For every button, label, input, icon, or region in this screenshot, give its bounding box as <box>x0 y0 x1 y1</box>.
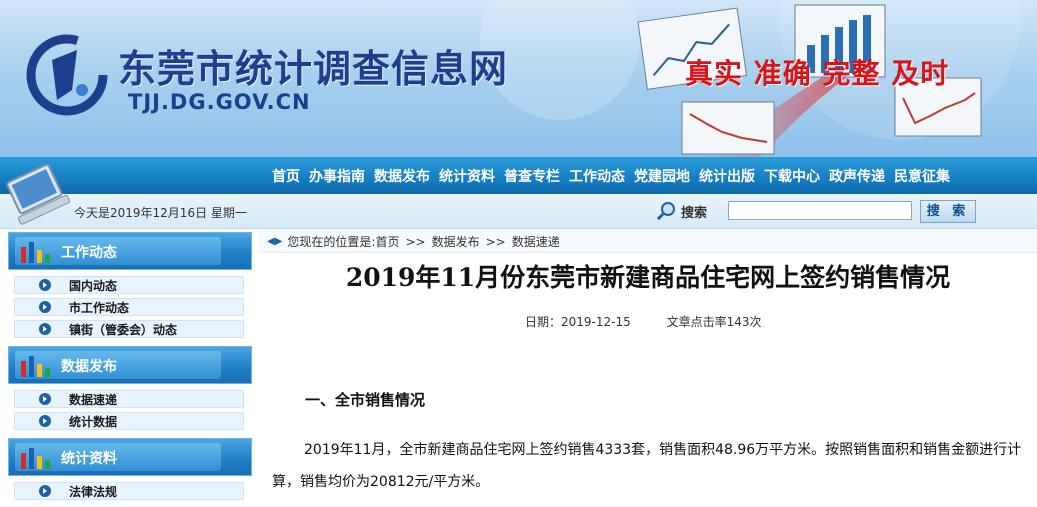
breadcrumb-data-express[interactable]: 数据速递 <box>512 233 560 250</box>
section-heading: 一、全市销售情况 <box>305 391 426 409</box>
sidebar-item-city-news[interactable]: 市工作动态 <box>14 298 244 316</box>
breadcrumb-separator: >> <box>405 234 426 249</box>
sidebar-item-laws[interactable]: 法律法规 <box>14 482 244 500</box>
search-button[interactable]: 搜 索 <box>920 200 976 223</box>
article-date: 日期：2019-12-15 <box>525 315 631 329</box>
nav-item-downloads[interactable]: 下载中心 <box>764 166 820 186</box>
site-slogan: 真实 准确 完整 及时 <box>685 57 950 90</box>
nav-item-statistics[interactable]: 统计资料 <box>439 166 495 186</box>
nav-item-census[interactable]: 普查专栏 <box>504 166 560 186</box>
computer-icon <box>6 163 71 225</box>
nav-item-work-news[interactable]: 工作动态 <box>569 166 625 186</box>
sidebar-item-label: 市工作动态 <box>69 300 130 315</box>
sidebar-item-label: 法律法规 <box>69 484 118 499</box>
sidebar-item-data-express[interactable]: 数据速递 <box>14 390 244 408</box>
bullet-arrow-icon <box>39 415 51 427</box>
sidebar-item-label: 统计数据 <box>69 414 118 429</box>
bullet-arrow-icon <box>39 485 51 497</box>
article-title: 2019年11月份东莞市新建商品住宅网上签约销售情况 <box>345 263 951 292</box>
article-hits: 文章点击率143次 <box>666 315 762 329</box>
nav-items: 首页 办事指南 数据发布 统计资料 普查专栏 工作动态 党建园地 统计出版 下载… <box>272 157 959 194</box>
bar-chart-icon <box>21 448 50 469</box>
sidebar-item-label: 国内动态 <box>69 278 118 293</box>
sidebar-section-title: 统计资料 <box>61 451 117 467</box>
site-logo-icon <box>26 34 108 116</box>
date-search-bar: 今天是2019年12月16日 星期一 搜索 搜 索 <box>0 194 1037 229</box>
nav-item-gov-voice[interactable]: 政声传递 <box>829 166 885 186</box>
sidebar-item-label: 数据速递 <box>69 392 118 407</box>
sidebar-section-statistics[interactable]: 统计资料 <box>8 438 252 476</box>
nav-item-data-release[interactable]: 数据发布 <box>374 166 430 186</box>
bullet-arrow-icon <box>39 279 51 291</box>
nav-item-party[interactable]: 党建园地 <box>634 166 690 186</box>
nav-item-publications[interactable]: 统计出版 <box>699 166 755 186</box>
today-date: 今天是2019年12月16日 星期一 <box>74 206 247 220</box>
breadcrumb: ◀▶ 您现在的位置是: 首页 >> 数据发布 >> 数据速递 <box>259 230 1037 253</box>
bullet-arrow-icon <box>39 323 51 335</box>
breadcrumb-data-release[interactable]: 数据发布 <box>432 233 480 250</box>
sidebar-section-title: 数据发布 <box>61 359 117 375</box>
sidebar-item-domestic-news[interactable]: 国内动态 <box>14 276 244 294</box>
nav-item-home[interactable]: 首页 <box>272 166 300 186</box>
bar-chart-icon <box>21 356 50 377</box>
sidebar-section-work-news[interactable]: 工作动态 <box>8 232 252 270</box>
sidebar-section-data-release[interactable]: 数据发布 <box>8 346 252 384</box>
article-paragraph: 2019年11月，全市新建商品住宅网上签约销售4333套，销售面积48.96万平… <box>272 442 1022 490</box>
nav-item-guide[interactable]: 办事指南 <box>309 166 365 186</box>
breadcrumb-arrows-icon: ◀▶ <box>267 236 283 247</box>
search-icon <box>656 202 675 221</box>
site-banner: 东莞市统计调查信息网 TJJ.DG.GOV.CN 真实 准确 完整 及时 <box>0 0 1037 157</box>
bullet-arrow-icon <box>39 393 51 405</box>
bullet-arrow-icon <box>39 301 51 313</box>
nav-item-opinion[interactable]: 民意征集 <box>894 166 950 186</box>
site-title: 东莞市统计调查信息网 <box>118 47 509 91</box>
sidebar-item-statistical-data[interactable]: 统计数据 <box>14 412 244 430</box>
sidebar: 工作动态 国内动态 市工作动态 镇街（管委会）动态 数据发布 数据速递 统计数据 <box>8 232 252 507</box>
search-label-text: 搜索 <box>681 205 708 221</box>
breadcrumb-separator: >> <box>485 234 506 249</box>
bar-chart-icon <box>21 242 50 263</box>
sidebar-section-title: 工作动态 <box>61 245 117 261</box>
site-domain: TJJ.DG.GOV.CN <box>128 90 311 114</box>
search-input[interactable] <box>728 201 912 220</box>
main-nav: 首页 办事指南 数据发布 统计资料 普查专栏 工作动态 党建园地 统计出版 下载… <box>0 157 1037 194</box>
search-label: 搜索 <box>656 201 707 221</box>
breadcrumb-home[interactable]: 首页 <box>375 233 399 250</box>
article-meta: 日期：2019-12-15 文章点击率143次 <box>525 313 793 330</box>
sidebar-item-town-news[interactable]: 镇街（管委会）动态 <box>14 320 244 338</box>
sidebar-item-label: 镇街（管委会）动态 <box>69 322 178 337</box>
breadcrumb-prefix: 您现在的位置是: <box>287 235 376 249</box>
